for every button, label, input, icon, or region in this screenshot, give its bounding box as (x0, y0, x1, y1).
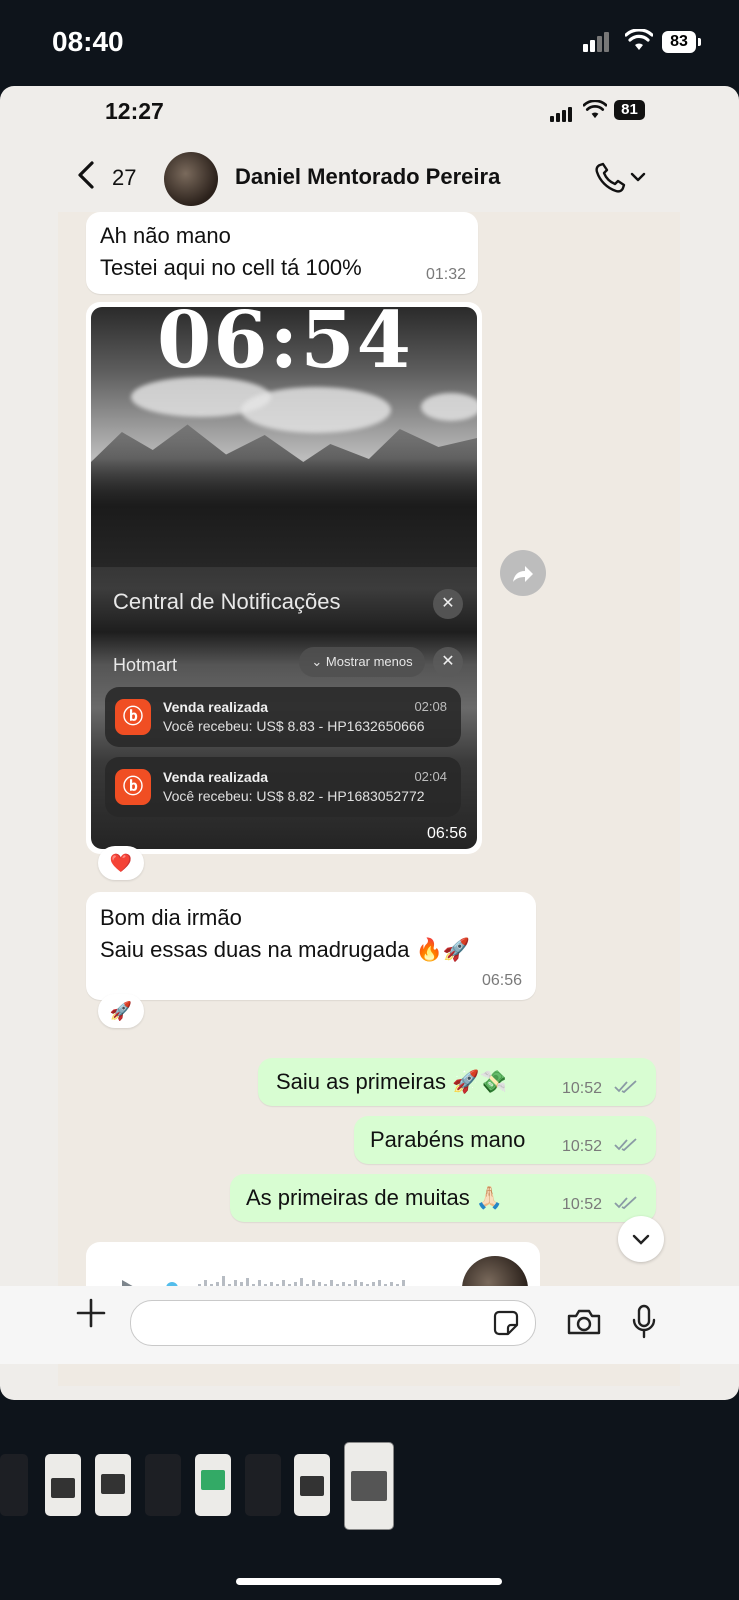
outgoing-message[interactable]: Saiu as primeiras 🚀💸 10:52 (258, 1058, 656, 1106)
notification-title: Venda realizada (163, 699, 269, 715)
notification-title: Venda realizada (163, 769, 269, 785)
plus-icon (76, 1298, 106, 1328)
chevron-left-icon (78, 161, 94, 189)
sticker-button[interactable] (493, 1310, 519, 1341)
read-ticks-icon (614, 1196, 638, 1215)
message-line: Testei aqui no cell tá 100% (100, 255, 362, 280)
notification-card: ⓑ Venda realizada Você recebeu: US$ 8.82… (105, 757, 461, 817)
thumbnail[interactable] (95, 1454, 131, 1516)
microphone-button[interactable] (631, 1304, 657, 1345)
outgoing-message[interactable]: Parabéns mano 10:52 (354, 1116, 656, 1164)
thumbnail[interactable] (0, 1454, 28, 1516)
inner-signal-icon (550, 104, 574, 122)
forward-icon (513, 566, 533, 583)
message-time: 10:52 (562, 1196, 603, 1213)
message-text: As primeiras de muitas 🙏🏻 (246, 1185, 504, 1210)
camera-icon (567, 1309, 601, 1335)
notification-time: 02:08 (414, 699, 447, 714)
read-ticks-icon (614, 1138, 638, 1157)
message-time: 10:52 (562, 1080, 603, 1097)
thumbnail[interactable] (145, 1454, 181, 1516)
notification-center-title: Central de Notificações (113, 589, 341, 614)
lockscreen-clock: 06:54 (157, 307, 413, 386)
inner-wifi-icon (582, 99, 608, 124)
reaction-badge[interactable]: 🚀 (98, 994, 144, 1028)
photo[interactable]: 06:54 Central de Notificações ✕ Hotmart … (91, 307, 477, 849)
message-time: 06:56 (426, 825, 467, 842)
photo-cloud (241, 387, 391, 433)
read-ticks-icon (614, 1080, 638, 1099)
sticker-icon (493, 1310, 519, 1336)
message-line: Bom dia irmão (100, 905, 242, 930)
app-group-label: Hotmart (113, 655, 178, 675)
screenshot-card: 12:27 81 27 Daniel Mentorado Pereira Ah … (0, 86, 739, 1400)
close-icon: ✕ (433, 647, 463, 677)
image-message[interactable]: 06:54 Central de Notificações ✕ Hotmart … (86, 302, 482, 854)
chat-area[interactable]: Ah não mano Testei aqui no cell tá 100% … (58, 212, 680, 1386)
screenshot-thumbnail-strip (0, 1442, 739, 1532)
notification-card: ⓑ Venda realizada Você recebeu: US$ 8.83… (105, 687, 461, 747)
phone-icon (595, 162, 646, 193)
notification-body: Você recebeu: US$ 8.83 - HP1632650666 (163, 718, 425, 734)
camera-button[interactable] (566, 1308, 602, 1341)
message-text: Saiu as primeiras 🚀💸 (276, 1069, 507, 1094)
outer-status-time: 08:40 (52, 26, 124, 57)
call-button[interactable] (594, 162, 646, 199)
thumbnail-active[interactable] (344, 1442, 394, 1530)
notification-body: Você recebeu: US$ 8.82 - HP1683052772 (163, 788, 425, 804)
back-button[interactable] (76, 160, 96, 197)
message-text: Parabéns mano (370, 1127, 526, 1152)
thumbnail[interactable] (245, 1454, 281, 1516)
message-line: Saiu essas duas na madrugada 🔥🚀 (100, 937, 471, 962)
show-less-label: Mostrar menos (325, 654, 413, 669)
battery-indicator: 83 (662, 31, 696, 53)
microphone-icon (632, 1304, 656, 1339)
close-icon: ✕ (433, 589, 463, 619)
outgoing-message[interactable]: As primeiras de muitas 🙏🏻 10:52 (230, 1174, 656, 1222)
message-time: 01:32 (425, 266, 466, 283)
notification-time: 02:04 (414, 769, 447, 784)
signal-icon (583, 32, 611, 52)
unread-count[interactable]: 27 (112, 165, 136, 191)
hotmart-icon: ⓑ (115, 769, 151, 805)
wifi-icon (624, 28, 654, 56)
photo-cloud (421, 393, 477, 421)
chevron-down-icon (632, 1234, 650, 1245)
thumbnail[interactable] (45, 1454, 81, 1516)
incoming-message[interactable]: Ah não mano Testei aqui no cell tá 100% … (86, 212, 478, 294)
thumbnail[interactable] (294, 1454, 330, 1516)
hotmart-icon: ⓑ (115, 699, 151, 735)
inner-battery-indicator: 81 (614, 100, 645, 120)
forward-button[interactable] (500, 550, 546, 596)
contact-name[interactable]: Daniel Mentorado Pereira (235, 164, 500, 190)
message-time: 10:52 (562, 1138, 603, 1155)
scroll-down-button[interactable] (618, 1216, 664, 1262)
thumbnail[interactable] (195, 1454, 231, 1516)
message-line: Ah não mano (100, 223, 231, 248)
inner-status-time: 12:27 (105, 98, 164, 124)
battery-tip (698, 38, 701, 46)
composer-bar (0, 1286, 739, 1364)
home-indicator (236, 1578, 502, 1585)
reaction-badge[interactable]: ❤️ (98, 846, 144, 880)
message-time: 06:56 (481, 972, 522, 989)
show-less-pill: ⌄ Mostrar menos (299, 647, 425, 677)
incoming-message[interactable]: Bom dia irmão Saiu essas duas na madruga… (86, 892, 536, 1000)
message-input[interactable] (130, 1300, 536, 1346)
attach-button[interactable] (75, 1296, 107, 1338)
contact-avatar[interactable] (164, 152, 218, 206)
photo-trees (91, 424, 477, 567)
